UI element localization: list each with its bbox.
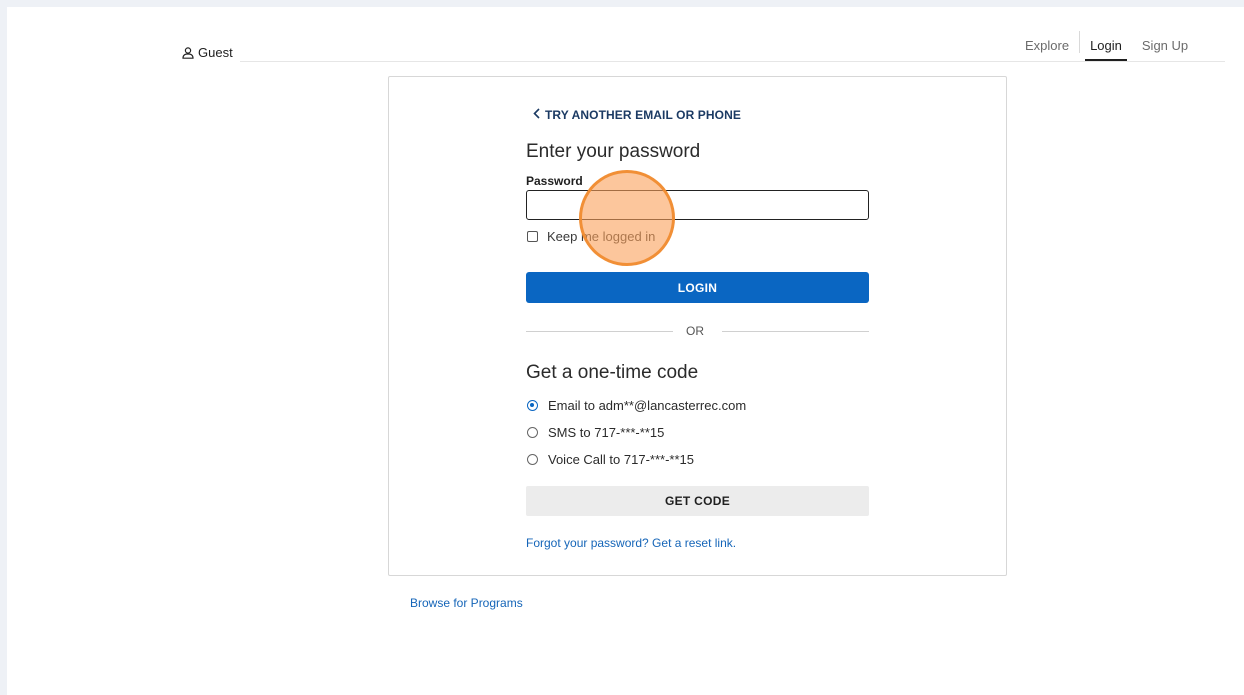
radio-sms[interactable] xyxy=(527,427,538,438)
code-option-email[interactable]: Email to adm**@lancasterrec.com xyxy=(527,398,746,413)
one-time-code-heading: Get a one-time code xyxy=(526,362,699,383)
back-link-label: TRY ANOTHER EMAIL OR PHONE xyxy=(545,108,741,122)
password-input[interactable] xyxy=(526,190,869,220)
window-left-border xyxy=(0,0,7,695)
user-icon xyxy=(182,46,194,59)
keep-logged-in-row[interactable]: Keep me logged in xyxy=(527,229,655,244)
keep-logged-in-label: Keep me logged in xyxy=(547,229,656,244)
browse-programs-link[interactable]: Browse for Programs xyxy=(410,596,523,610)
code-option-label: SMS to 717-***-**15 xyxy=(548,425,665,440)
top-navigation: Explore Login Sign Up xyxy=(1015,31,1198,62)
try-another-email-link[interactable]: TRY ANOTHER EMAIL OR PHONE xyxy=(533,108,741,122)
keep-logged-in-checkbox[interactable] xyxy=(527,231,538,242)
code-option-label: Email to adm**@lancasterrec.com xyxy=(548,398,747,413)
nav-login[interactable]: Login xyxy=(1080,38,1132,61)
chevron-left-icon xyxy=(533,108,540,122)
password-label: Password xyxy=(526,174,583,188)
guest-label: Guest xyxy=(198,45,233,60)
forgot-password-link[interactable]: Forgot your password? Get a reset link. xyxy=(526,536,736,550)
radio-voice[interactable] xyxy=(527,454,538,465)
radio-email[interactable] xyxy=(527,400,538,411)
window-top-border xyxy=(0,0,1244,7)
or-divider-right xyxy=(722,331,869,332)
guest-user-menu[interactable]: Guest xyxy=(182,45,233,60)
code-option-label: Voice Call to 717-***-**15 xyxy=(548,452,694,467)
or-divider-left xyxy=(526,331,673,332)
get-code-button[interactable]: GET CODE xyxy=(526,486,869,516)
nav-signup[interactable]: Sign Up xyxy=(1132,38,1198,61)
code-option-sms[interactable]: SMS to 717-***-**15 xyxy=(527,425,664,440)
code-option-voice[interactable]: Voice Call to 717-***-**15 xyxy=(527,452,694,467)
password-heading: Enter your password xyxy=(526,141,701,162)
or-label: OR xyxy=(686,324,704,338)
nav-explore[interactable]: Explore xyxy=(1015,38,1079,61)
login-button[interactable]: LOGIN xyxy=(526,272,869,303)
